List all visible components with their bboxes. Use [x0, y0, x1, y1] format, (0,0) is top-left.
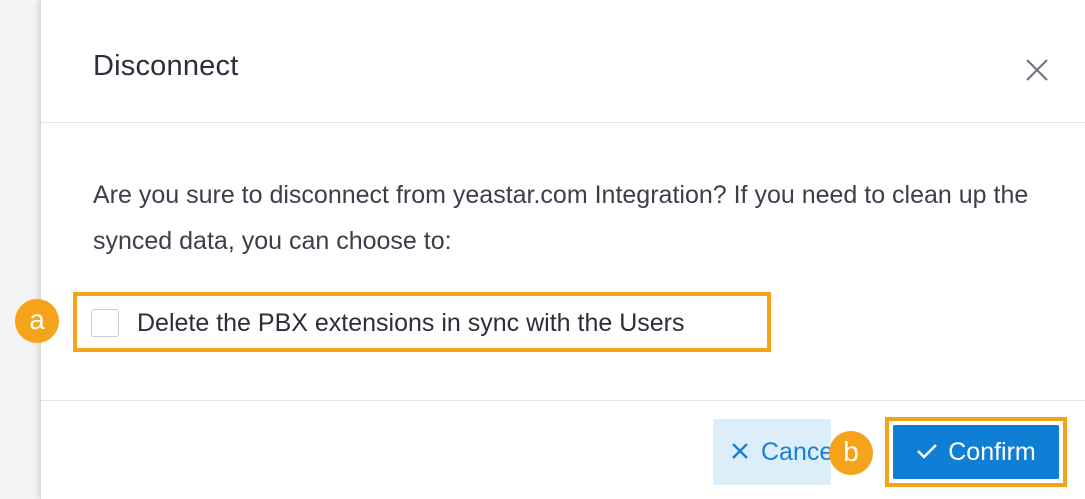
modal-backdrop: [0, 0, 40, 499]
cancel-button[interactable]: Cancel: [713, 419, 831, 485]
dialog-message: Are you sure to disconnect from yeastar.…: [93, 181, 1029, 255]
delete-extensions-label: Delete the PBX extensions in sync with t…: [137, 308, 685, 337]
check-icon: [916, 438, 938, 467]
delete-extensions-checkbox[interactable]: [91, 309, 119, 337]
close-icon: [1026, 59, 1048, 81]
dialog-title: Disconnect: [93, 50, 239, 82]
callout-badge-b: b: [829, 431, 873, 475]
confirm-button[interactable]: Confirm: [893, 425, 1059, 479]
cancel-button-label: Cancel: [761, 437, 831, 466]
close-button[interactable]: [1023, 56, 1051, 84]
dialog-body: Are you sure to disconnect from yeastar.…: [15, 124, 1085, 400]
page: Disconnect Are you sure to disconnect fr…: [0, 0, 1085, 499]
disconnect-dialog: Disconnect Are you sure to disconnect fr…: [15, 0, 1085, 499]
delete-extensions-option[interactable]: Delete the PBX extensions in sync with t…: [91, 308, 685, 338]
dialog-header: Disconnect: [41, 0, 1085, 123]
callout-badge-a: a: [15, 299, 59, 343]
x-icon: [731, 438, 749, 467]
dialog-footer: Cancel b Confirm: [41, 400, 1085, 499]
confirm-button-label: Confirm: [948, 437, 1036, 466]
